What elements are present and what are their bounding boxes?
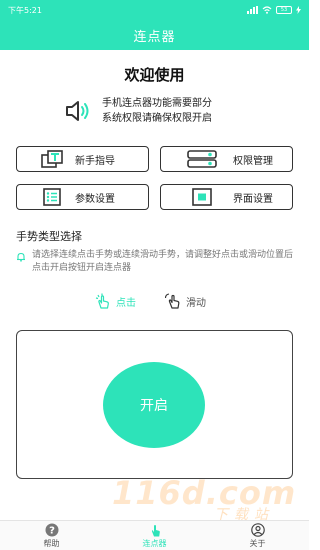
gesture-section-title: 手势类型选择 bbox=[16, 230, 82, 243]
params-button[interactable]: 参数设置 bbox=[16, 184, 149, 210]
user-icon bbox=[250, 522, 265, 537]
gesture-tap-label: 点击 bbox=[116, 297, 136, 309]
status-icons: 53 bbox=[247, 6, 301, 14]
guide-icon bbox=[41, 150, 63, 168]
wifi-icon bbox=[262, 6, 272, 14]
notice-line-1: 手机连点器功能需要部分 bbox=[102, 98, 212, 109]
nav-help-label: 帮助 bbox=[43, 538, 60, 548]
page-title: 连点器 bbox=[133, 29, 176, 45]
help-icon: ? bbox=[45, 523, 58, 536]
ui-settings-label: 界面设置 bbox=[233, 193, 273, 205]
nav-about-label: 关于 bbox=[249, 538, 266, 548]
gesture-swipe-label: 滑动 bbox=[186, 297, 206, 309]
gesture-tap-option[interactable]: 点击 bbox=[94, 292, 136, 310]
status-bar: 下午5:21 53 bbox=[0, 0, 309, 20]
signal-icon bbox=[247, 6, 258, 14]
app-bar: 连点器 bbox=[0, 20, 309, 50]
battery-icon: 53 bbox=[276, 6, 292, 14]
swipe-gesture-icon bbox=[164, 293, 180, 309]
gesture-hint-text: 请选择连续点击手势或连续滑动手势，请调整好点击或滑动位置后点击开启按钮开启连点器 bbox=[32, 250, 294, 273]
ui-settings-button[interactable]: 界面设置 bbox=[160, 184, 293, 210]
nav-clicker[interactable]: 连点器 bbox=[103, 521, 206, 550]
guide-button[interactable]: 新手指导 bbox=[16, 146, 149, 172]
tap-gesture-icon bbox=[95, 293, 109, 309]
permission-button[interactable]: 权限管理 bbox=[160, 146, 293, 172]
notice-line-2: 系统权限请确保权限开启 bbox=[102, 113, 212, 124]
params-label: 参数设置 bbox=[75, 193, 115, 205]
gesture-hint: 请选择连续点击手势或连续滑动手势，请调整好点击或滑动位置后点击开启按钮开启连点器 bbox=[16, 249, 296, 275]
window-icon bbox=[187, 188, 217, 206]
permission-label: 权限管理 bbox=[233, 155, 273, 167]
speaker-icon bbox=[66, 101, 89, 121]
tap-icon bbox=[151, 524, 160, 536]
svg-text:?: ? bbox=[49, 525, 55, 536]
nav-about[interactable]: 关于 bbox=[206, 521, 309, 550]
start-button[interactable]: 开启 bbox=[103, 362, 205, 448]
permission-icon bbox=[187, 150, 217, 168]
list-settings-icon bbox=[41, 188, 63, 206]
charging-icon bbox=[296, 6, 301, 14]
nav-help[interactable]: ? 帮助 bbox=[0, 521, 103, 550]
gesture-swipe-option[interactable]: 滑动 bbox=[164, 292, 206, 310]
status-time: 下午5:21 bbox=[8, 5, 42, 15]
guide-label: 新手指导 bbox=[75, 155, 115, 167]
welcome-title: 欢迎使用 bbox=[124, 66, 185, 84]
bottom-nav: ? 帮助 连点器 关于 bbox=[0, 520, 309, 550]
bell-icon bbox=[17, 252, 25, 262]
permission-notice: 手机连点器功能需要部分 系统权限请确保权限开启 bbox=[64, 96, 212, 126]
nav-clicker-label: 连点器 bbox=[142, 538, 167, 548]
